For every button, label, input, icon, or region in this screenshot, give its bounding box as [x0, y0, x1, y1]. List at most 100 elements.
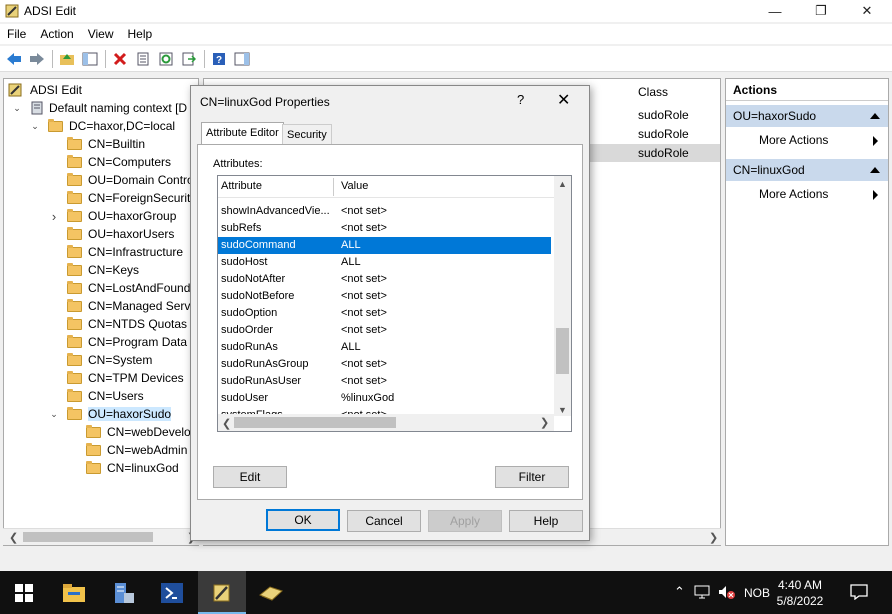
- column-header-value[interactable]: Value: [341, 180, 368, 192]
- chevron-down-icon[interactable]: ⌄: [11, 103, 23, 114]
- help-icon[interactable]: ?: [517, 92, 524, 107]
- attribute-vscrollbar[interactable]: ▲ ▼: [554, 176, 571, 416]
- attribute-row[interactable]: sudoHost ALL: [218, 254, 551, 271]
- help-button[interactable]: Help: [509, 510, 583, 532]
- chevron-down-icon[interactable]: ⌄: [29, 121, 41, 132]
- menu-help[interactable]: Help: [121, 24, 160, 44]
- list-item-class[interactable]: sudoRole: [638, 127, 689, 141]
- more-actions-link[interactable]: More Actions: [759, 133, 828, 147]
- attribute-row[interactable]: showInAdvancedVie... <not set>: [218, 203, 551, 220]
- scroll-up-icon[interactable]: ▲: [558, 179, 567, 189]
- actions-section-linuxgod[interactable]: CN=linuxGod: [726, 159, 888, 181]
- attribute-hscrollbar[interactable]: ❮ ❯: [218, 414, 554, 431]
- attribute-row[interactable]: sudoUser %linuxGod: [218, 390, 551, 407]
- tree-root[interactable]: ADSI Edit: [8, 81, 82, 99]
- export-icon[interactable]: [178, 48, 200, 70]
- attribute-row[interactable]: sudoNotBefore <not set>: [218, 288, 551, 305]
- refresh-icon[interactable]: [155, 48, 177, 70]
- chevron-right-icon[interactable]: ›: [48, 209, 60, 224]
- tree-item[interactable]: CN=System: [48, 351, 152, 369]
- filter-button[interactable]: Filter: [495, 466, 569, 488]
- minimize-icon[interactable]: —: [752, 2, 798, 20]
- scroll-thumb[interactable]: [23, 532, 153, 542]
- show-action-pane-icon[interactable]: [231, 48, 253, 70]
- forward-icon[interactable]: [26, 48, 48, 70]
- scroll-thumb[interactable]: [234, 417, 396, 428]
- tree-item[interactable]: › OU=haxorGroup: [48, 207, 176, 225]
- help-icon[interactable]: ?: [208, 48, 230, 70]
- scroll-left-icon[interactable]: ❮: [222, 417, 231, 430]
- actions-section-haxorsudo[interactable]: OU=haxorSudo: [726, 105, 888, 127]
- menu-action[interactable]: Action: [33, 24, 80, 44]
- network-icon[interactable]: [694, 585, 710, 599]
- scroll-right-icon[interactable]: ❯: [540, 416, 549, 429]
- attribute-row[interactable]: sudoRunAsUser <not set>: [218, 373, 551, 390]
- tree-item[interactable]: CN=LostAndFound: [48, 279, 190, 297]
- scroll-right-icon[interactable]: ❯: [709, 531, 718, 544]
- column-header-class[interactable]: Class: [638, 85, 668, 99]
- attribute-row[interactable]: sudoCommand ALL: [218, 237, 551, 254]
- ok-button[interactable]: OK: [266, 509, 340, 531]
- collapse-icon[interactable]: [870, 113, 880, 119]
- attribute-row[interactable]: subRefs <not set>: [218, 220, 551, 237]
- scroll-left-icon[interactable]: ❮: [9, 531, 18, 544]
- column-divider[interactable]: [333, 178, 334, 196]
- delete-icon[interactable]: [109, 48, 131, 70]
- show-hidden-icons-icon[interactable]: ⌃: [674, 584, 685, 600]
- menu-file[interactable]: File: [0, 24, 33, 44]
- tree-item[interactable]: ⌄ OU=haxorSudo: [48, 405, 172, 423]
- list-item-class[interactable]: sudoRole: [638, 108, 689, 122]
- back-icon[interactable]: [3, 48, 25, 70]
- file-explorer-icon[interactable]: [50, 571, 98, 614]
- tree-item[interactable]: CN=Keys: [48, 261, 139, 279]
- properties-icon[interactable]: [132, 48, 154, 70]
- menu-view[interactable]: View: [81, 24, 121, 44]
- attribute-row[interactable]: sudoOrder <not set>: [218, 322, 551, 339]
- tree-item[interactable]: OU=Domain Contro: [48, 171, 194, 189]
- attribute-row[interactable]: sudoRunAs ALL: [218, 339, 551, 356]
- scroll-thumb[interactable]: [556, 328, 569, 374]
- input-language[interactable]: NOB: [744, 586, 770, 600]
- start-icon[interactable]: [0, 571, 48, 614]
- tree-naming-context[interactable]: ⌄ Default naming context [D: [11, 99, 187, 117]
- tree-domain[interactable]: ⌄ DC=haxor,DC=local: [29, 117, 175, 135]
- apply-button[interactable]: Apply: [428, 510, 502, 532]
- tree-item[interactable]: CN=Managed Servi: [48, 297, 193, 315]
- server-manager-icon[interactable]: [99, 571, 147, 614]
- powershell-icon[interactable]: [148, 571, 196, 614]
- tree-item[interactable]: CN=Builtin: [48, 135, 145, 153]
- attribute-row[interactable]: sudoRunAsGroup <not set>: [218, 356, 551, 373]
- tree-item[interactable]: OU=haxorUsers: [48, 225, 174, 243]
- tree-item[interactable]: CN=TPM Devices: [48, 369, 184, 387]
- tree-child-item[interactable]: CN=webDevelo: [67, 423, 191, 441]
- more-actions-link[interactable]: More Actions: [759, 187, 828, 201]
- collapse-icon[interactable]: [870, 167, 880, 173]
- adsi-edit-icon[interactable]: [198, 571, 246, 614]
- tab-attribute-editor[interactable]: Attribute Editor: [201, 122, 284, 145]
- close-icon[interactable]: ✕: [557, 90, 570, 110]
- list-item-class[interactable]: sudoRole: [638, 146, 689, 160]
- scroll-down-icon[interactable]: ▼: [558, 405, 567, 415]
- folder-tool-icon[interactable]: [247, 571, 295, 614]
- volume-muted-icon[interactable]: [718, 585, 736, 599]
- tree-item[interactable]: CN=Users: [48, 387, 144, 405]
- tree-item[interactable]: CN=Infrastructure: [48, 243, 183, 261]
- tree-item[interactable]: CN=Program Data: [48, 333, 187, 351]
- cancel-button[interactable]: Cancel: [347, 510, 421, 532]
- up-folder-icon[interactable]: [56, 48, 78, 70]
- tree-hscrollbar[interactable]: ❮ ❯: [3, 528, 199, 545]
- edit-button[interactable]: Edit: [213, 466, 287, 488]
- tree-child-item[interactable]: CN=linuxGod: [67, 459, 179, 477]
- close-icon[interactable]: ✕: [844, 2, 890, 20]
- tree-item[interactable]: CN=NTDS Quotas: [48, 315, 187, 333]
- show-tree-icon[interactable]: [79, 48, 101, 70]
- restore-icon[interactable]: ❐: [798, 2, 844, 20]
- tab-security[interactable]: Security: [282, 124, 332, 144]
- notifications-icon[interactable]: [850, 584, 868, 600]
- tree-item[interactable]: CN=ForeignSecurity: [48, 189, 196, 207]
- chevron-down-icon[interactable]: ⌄: [48, 409, 60, 420]
- column-header-attribute[interactable]: Attribute: [221, 180, 262, 192]
- tree-item[interactable]: CN=Computers: [48, 153, 171, 171]
- tree-child-item[interactable]: CN=webAdmin: [67, 441, 187, 459]
- attribute-row[interactable]: sudoNotAfter <not set>: [218, 271, 551, 288]
